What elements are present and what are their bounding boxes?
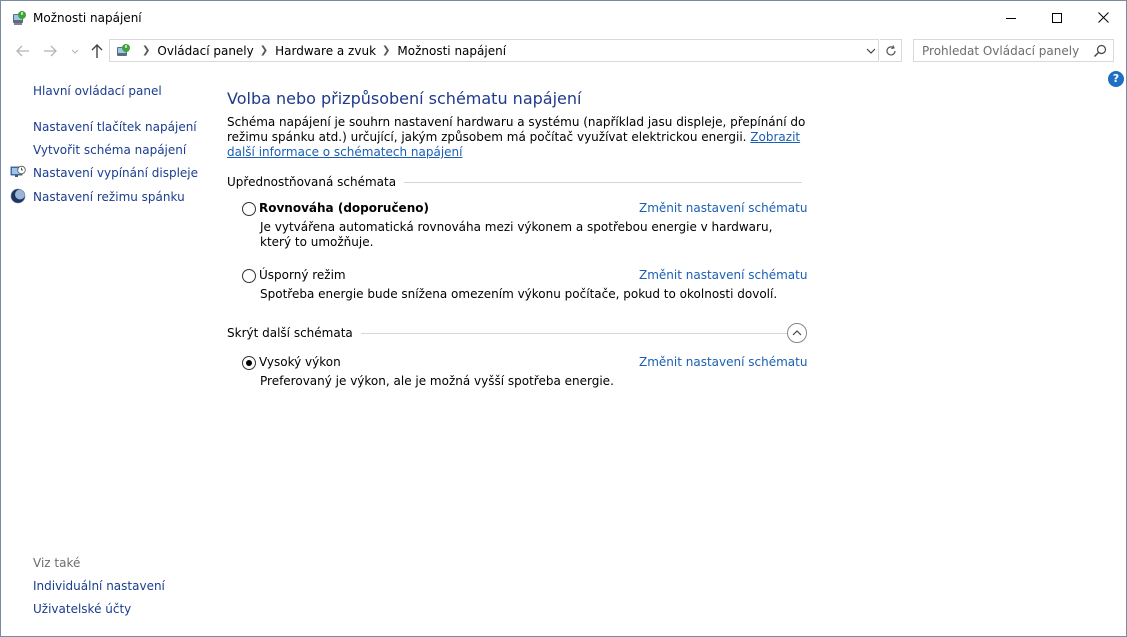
see-also-personalization-link[interactable]: Individuální nastavení <box>33 579 165 593</box>
search-icon <box>1094 44 1107 57</box>
close-button[interactable] <box>1080 1 1126 34</box>
up-arrow-icon[interactable] <box>87 41 107 61</box>
control-panel-icon <box>117 44 130 56</box>
breadcrumb-control-panel[interactable]: Ovládací panely <box>157 44 253 58</box>
plan-power-saver-radio[interactable] <box>242 269 256 283</box>
plan-power-saver-name[interactable]: Úsporný režim <box>259 268 346 282</box>
intro-paragraph: Schéma napájení je souhrn nastavení hard… <box>227 115 817 160</box>
see-also-user-accounts-link[interactable]: Uživatelské účty <box>33 602 131 616</box>
plan-power-saver-description: Spotřeba energie bude snížena omezením v… <box>260 287 778 301</box>
plan-balanced: Rovnováha (doporučeno) Změnit nastavení … <box>242 201 807 251</box>
plan-balanced-change-link[interactable]: Změnit nastavení schématu <box>639 201 807 215</box>
preferred-plans-heading: Upřednostňovaná schémata <box>227 175 405 189</box>
collapse-hidden-plans-button[interactable] <box>787 323 807 343</box>
plan-high-performance-name[interactable]: Vysoký výkon <box>259 355 341 369</box>
group-divider <box>377 182 802 183</box>
power-options-icon <box>13 11 26 25</box>
sidebar-home-link[interactable]: Hlavní ovládací panel <box>33 84 162 98</box>
forward-arrow-icon[interactable] <box>39 41 61 61</box>
see-also-heading: Viz také <box>33 556 81 570</box>
power-options-window: Možnosti napájení ❯ Ovládací panely ❯ Ha… <box>0 0 1127 637</box>
breadcrumb-power-options[interactable]: Možnosti napájení <box>397 44 506 58</box>
breadcrumb-separator-icon[interactable]: ❯ <box>382 45 390 56</box>
breadcrumb-separator-icon[interactable]: ❯ <box>260 45 268 56</box>
minimize-icon <box>1006 17 1016 19</box>
window-title: Možnosti napájení <box>33 11 142 25</box>
breadcrumb-separator-icon[interactable]: ❯ <box>142 45 150 56</box>
sidebar-item-power-buttons[interactable]: Nastavení tlačítek napájení <box>33 120 197 134</box>
address-bar[interactable]: ❯ Ovládací panely ❯ Hardware a zvuk ❯ Mo… <box>109 39 879 62</box>
title-bar[interactable]: Možnosti napájení <box>1 1 1126 34</box>
search-input[interactable]: Prohledat Ovládací panely <box>913 39 1114 62</box>
plan-high-performance-description: Preferovaný je výkon, ale je možná vyšší… <box>260 374 614 388</box>
recent-locations-chevron-icon[interactable] <box>68 41 82 61</box>
navigation-bar: ❯ Ovládací panely ❯ Hardware a zvuk ❯ Mo… <box>1 37 1126 65</box>
chevron-up-icon <box>792 330 802 336</box>
plan-high-performance-radio[interactable] <box>242 356 256 370</box>
hidden-plans-heading[interactable]: Skrýt další schémata <box>227 326 361 340</box>
plan-balanced-radio[interactable] <box>242 202 256 216</box>
sidebar-item-sleep[interactable]: Nastavení režimu spánku <box>33 190 185 204</box>
plan-high-performance-change-link[interactable]: Změnit nastavení schématu <box>639 355 807 369</box>
refresh-icon <box>885 44 896 55</box>
plan-power-saver: Úsporný režim Změnit nastavení schématu … <box>242 268 807 304</box>
maximize-button[interactable] <box>1034 1 1080 34</box>
plan-power-saver-change-link[interactable]: Změnit nastavení schématu <box>639 268 807 282</box>
sidebar-item-display-off[interactable]: Nastavení vypínání displeje <box>33 166 198 180</box>
plan-balanced-description: Je vytvářena automatická rovnováha mezi … <box>260 220 773 249</box>
minimize-button[interactable] <box>988 1 1034 34</box>
help-icon[interactable]: ? <box>1108 71 1124 87</box>
page-title: Volba nebo přizpůsobení schématu napájen… <box>227 89 582 108</box>
refresh-button[interactable] <box>880 39 902 62</box>
plan-high-performance: Vysoký výkon Změnit nastavení schématu P… <box>242 355 807 391</box>
maximize-icon <box>1052 12 1062 23</box>
breadcrumb-hardware-sound[interactable]: Hardware a zvuk <box>275 44 376 58</box>
address-dropdown-chevron-icon[interactable] <box>864 41 878 60</box>
search-placeholder: Prohledat Ovládací panely <box>922 44 1080 58</box>
intro-text: Schéma napájení je souhrn nastavení hard… <box>227 115 806 144</box>
close-icon <box>1097 12 1109 23</box>
monitor-clock-icon <box>10 165 26 177</box>
sidebar: Hlavní ovládací panel Nastavení tlačítek… <box>1 67 211 637</box>
sidebar-item-create-plan[interactable]: Vytvořit schéma napájení <box>33 143 186 157</box>
group-divider <box>342 333 787 334</box>
back-arrow-icon[interactable] <box>12 41 34 61</box>
plan-balanced-name[interactable]: Rovnováha (doporučeno) <box>259 201 429 215</box>
breadcrumb: ❯ Ovládací panely ❯ Hardware a zvuk ❯ Mo… <box>136 40 506 61</box>
moon-icon <box>10 188 26 204</box>
